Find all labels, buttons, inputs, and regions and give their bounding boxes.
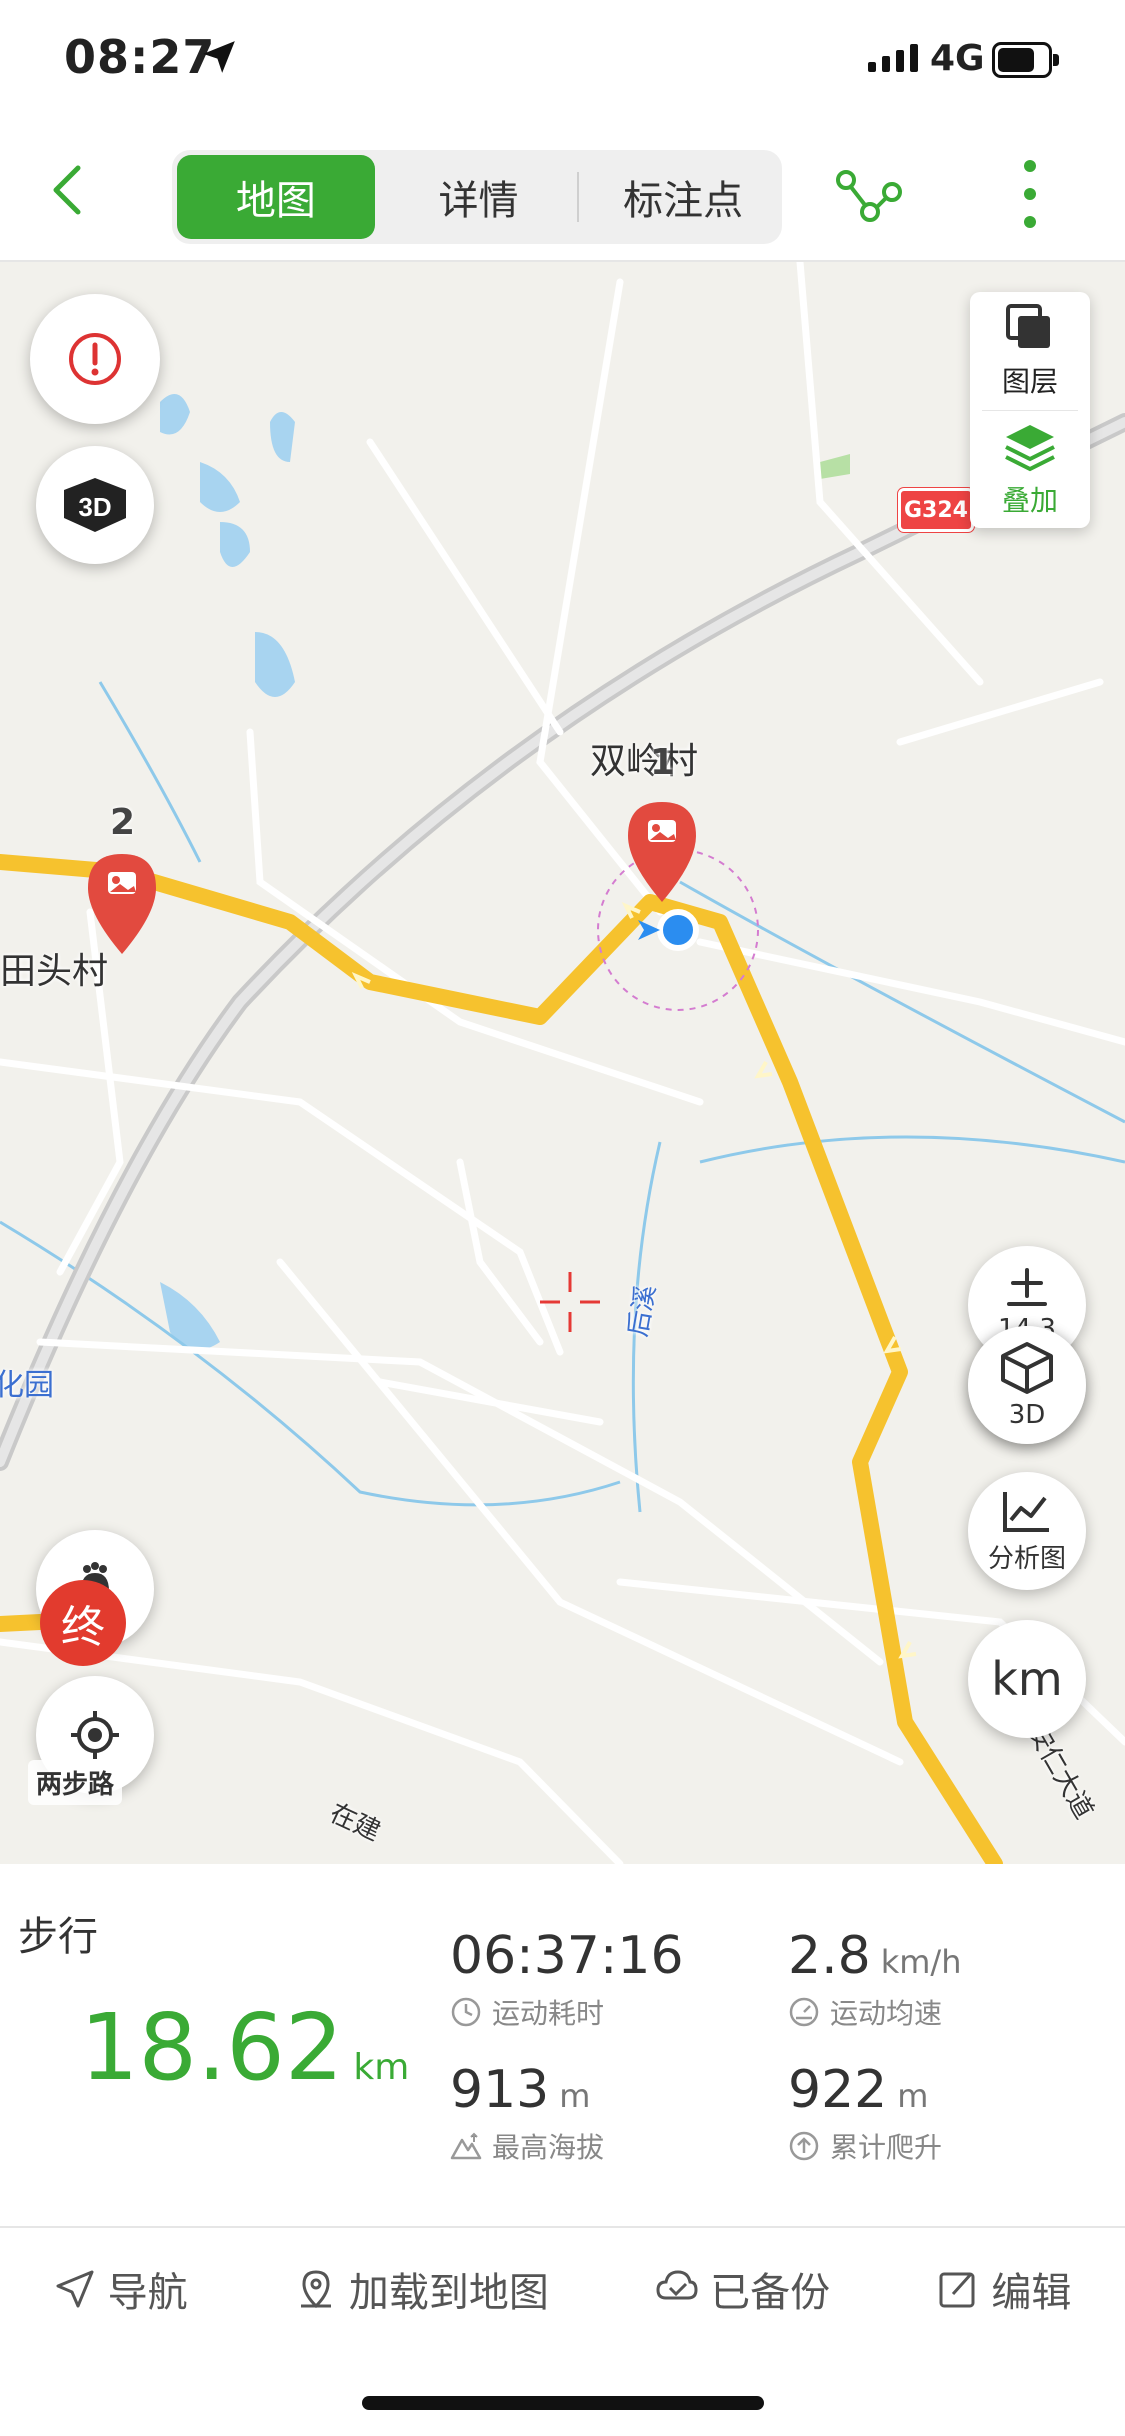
avg-speed-unit: km/h (880, 1943, 962, 1981)
tab-divider (577, 172, 580, 222)
navigate-button[interactable]: 导航 (54, 2260, 188, 2318)
avg-speed-label: 运动均速 (830, 1997, 943, 2030)
overlay-label: 叠加 (1001, 484, 1058, 517)
max-alt-value: 913 (450, 2060, 550, 2120)
pin-number-1: 1 (650, 742, 676, 783)
location-pin-icon (300, 2270, 331, 2309)
activity-mode: 步行 (18, 1914, 98, 1960)
total-distance: 18.62 km (80, 1994, 409, 2101)
status-time: 08:27 (64, 30, 216, 84)
back-chevron-icon[interactable] (40, 160, 100, 220)
tab-map[interactable]: 地图 (177, 155, 375, 239)
more-menu-icon[interactable] (1012, 154, 1048, 234)
layers-button[interactable]: 图层 (970, 292, 1090, 410)
analysis-chart-button[interactable]: 分析图 (968, 1472, 1086, 1590)
clock-icon (451, 1997, 481, 2027)
edit-button[interactable]: 编辑 (937, 2260, 1071, 2318)
view-tab-switcher: 地图 详情 标注点 (172, 150, 782, 244)
bottom-action-bar: 导航 加载到地图 已备份 编辑 (0, 2226, 1125, 2350)
cellular-signal-icon (868, 44, 918, 72)
edit-icon (939, 2272, 975, 2308)
layers-label: 图层 (1001, 365, 1058, 398)
stat-duration: 06:37:16 运动耗时 (450, 1926, 684, 2032)
track-stats-panel: 步行 18.62 km 06:37:16 运动耗时 2.8 km/h 运动均速 91… (0, 1864, 1125, 2224)
unit-toggle-button[interactable]: km (968, 1620, 1086, 1738)
network-type: 4G (930, 38, 985, 79)
home-indicator[interactable] (362, 2396, 764, 2410)
climb-value: 922 (788, 2060, 888, 2120)
label-shuangling-village: 双岭村 (590, 741, 699, 782)
road-shield-g324: G324 (898, 488, 974, 532)
top-navigation: 地图 详情 标注点 (0, 120, 1125, 262)
stat-total-climb: 922 m 累计爬升 (788, 2060, 942, 2166)
warning-icon (69, 333, 121, 385)
pin-number-2: 2 (110, 802, 136, 843)
terrain-3d-button[interactable]: 3D (968, 1326, 1086, 1444)
location-arrow-icon (203, 41, 235, 73)
stat-max-altitude: 913 m 最高海拔 (450, 2060, 604, 2166)
layer-panel: 图层 叠加 (970, 292, 1090, 528)
navigate-label: 导航 (107, 2270, 188, 2316)
max-alt-label: 最高海拔 (492, 2131, 605, 2164)
terrain-3d-label: 3D (1008, 1400, 1046, 1430)
speedometer-icon (789, 1997, 819, 2027)
stat-avg-speed: 2.8 km/h 运动均速 (788, 1926, 961, 2032)
battery-icon (992, 42, 1059, 78)
app-watermark: 两步路 (28, 1760, 123, 1805)
navigation-arrow-icon (56, 2270, 94, 2308)
map-view[interactable]: 双岭村 1 田头村 2 文化园 后溪 在建 安仁大道 G324 3D 终 两步路… (0, 262, 1125, 1864)
load-to-map-button[interactable]: 加载到地图 (295, 2260, 549, 2318)
svg-text:3D: 3D (78, 492, 111, 522)
3d-view-toggle-button[interactable]: 3D (36, 446, 154, 564)
backed-up-label: 已备份 (710, 2270, 831, 2316)
tab-markers[interactable]: 标注点 (584, 155, 782, 239)
climb-unit: m (897, 2077, 929, 2115)
status-bar: 08:27 4G (0, 0, 1125, 120)
track-share-icon[interactable] (832, 158, 904, 230)
line-chart-icon (1003, 1491, 1049, 1532)
unit-label: km (991, 1652, 1063, 1706)
warning-button[interactable] (30, 294, 160, 424)
distance-unit: km (353, 2047, 410, 2088)
layers-icon (1006, 304, 1050, 348)
load-to-map-label: 加载到地图 (348, 2270, 549, 2316)
stack-overlay-icon (1005, 425, 1055, 472)
backed-up-button[interactable]: 已备份 (656, 2260, 830, 2318)
avg-speed-value: 2.8 (788, 1926, 871, 1986)
photo-pin-2[interactable] (88, 854, 156, 954)
edit-label: 编辑 (991, 2270, 1072, 2316)
plus-minus-icon (1007, 1268, 1047, 1306)
analysis-chart-label: 分析图 (987, 1543, 1066, 1574)
mountain-peak-icon (450, 2132, 482, 2160)
climb-label: 累计爬升 (830, 2131, 943, 2164)
duration-value: 06:37:16 (450, 1926, 684, 1986)
distance-value: 18.62 (80, 1994, 344, 2101)
max-alt-unit: m (559, 2077, 591, 2115)
label-culture-park: 文化园 (0, 1368, 54, 1403)
end-marker: 终 (40, 1580, 126, 1666)
tab-details[interactable]: 详情 (380, 155, 578, 239)
cube-icon (1001, 1342, 1053, 1394)
crosshair-location-icon (71, 1711, 119, 1759)
duration-label: 运动耗时 (492, 1997, 605, 2030)
label-tiantou-village: 田头村 (0, 951, 109, 992)
overlay-button[interactable]: 叠加 (970, 411, 1090, 529)
arrow-up-circle-icon (789, 2131, 819, 2161)
cloud-check-icon (656, 2270, 698, 2300)
3d-cube-icon: 3D (64, 478, 126, 532)
